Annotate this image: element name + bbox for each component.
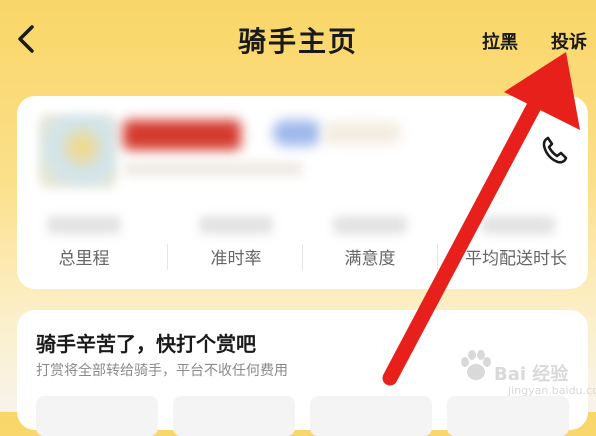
stat-avg-delivery-time: 平均配送时长: [441, 208, 591, 278]
stat-on-time-rate: 准时率: [169, 208, 303, 278]
stat-label: 满意度: [344, 249, 396, 269]
stat-value-redacted: [199, 216, 273, 234]
tip-subtitle: 打赏将全部转给骑手，平台不收任何费用: [36, 363, 288, 379]
phone-icon[interactable]: [539, 134, 569, 166]
stat-value-redacted: [481, 216, 555, 234]
rider-stats: 总里程 准时率 满意度 平均配送时长: [17, 208, 588, 278]
paw-watermark-icon: [461, 350, 491, 380]
rider-info-card: 总里程 准时率 满意度 平均配送时长: [17, 96, 588, 289]
block-button[interactable]: 拉黑: [482, 28, 518, 54]
stat-total-mileage: 总里程: [17, 208, 151, 278]
tip-amount-option[interactable]: [447, 396, 569, 436]
stat-value-redacted: [333, 216, 407, 234]
rider-name-redacted: [123, 120, 241, 150]
stat-label: 总里程: [58, 249, 110, 269]
tip-amount-option[interactable]: [173, 396, 295, 436]
tip-title: 骑手辛苦了，快打个赏吧: [36, 332, 256, 356]
rider-badge-redacted: [273, 120, 321, 146]
stat-label: 准时率: [210, 249, 262, 269]
stat-divider: [167, 244, 168, 270]
stat-value-redacted: [47, 216, 121, 234]
rider-avatar: [39, 114, 117, 188]
watermark-text: Bai 经验: [494, 364, 569, 385]
stat-divider: [437, 244, 438, 270]
top-bar: 骑手主页 拉黑 投诉: [0, 0, 596, 84]
stat-label: 平均配送时长: [465, 249, 567, 269]
rider-badge-redacted: [323, 122, 401, 144]
report-button[interactable]: 投诉: [551, 28, 587, 54]
rider-subinfo-redacted: [123, 162, 303, 176]
watermark-url: jingyan.baidu.com: [508, 384, 596, 397]
tip-amount-option[interactable]: [36, 396, 158, 436]
tip-amount-option[interactable]: [310, 396, 432, 436]
stat-satisfaction: 满意度: [303, 208, 437, 278]
